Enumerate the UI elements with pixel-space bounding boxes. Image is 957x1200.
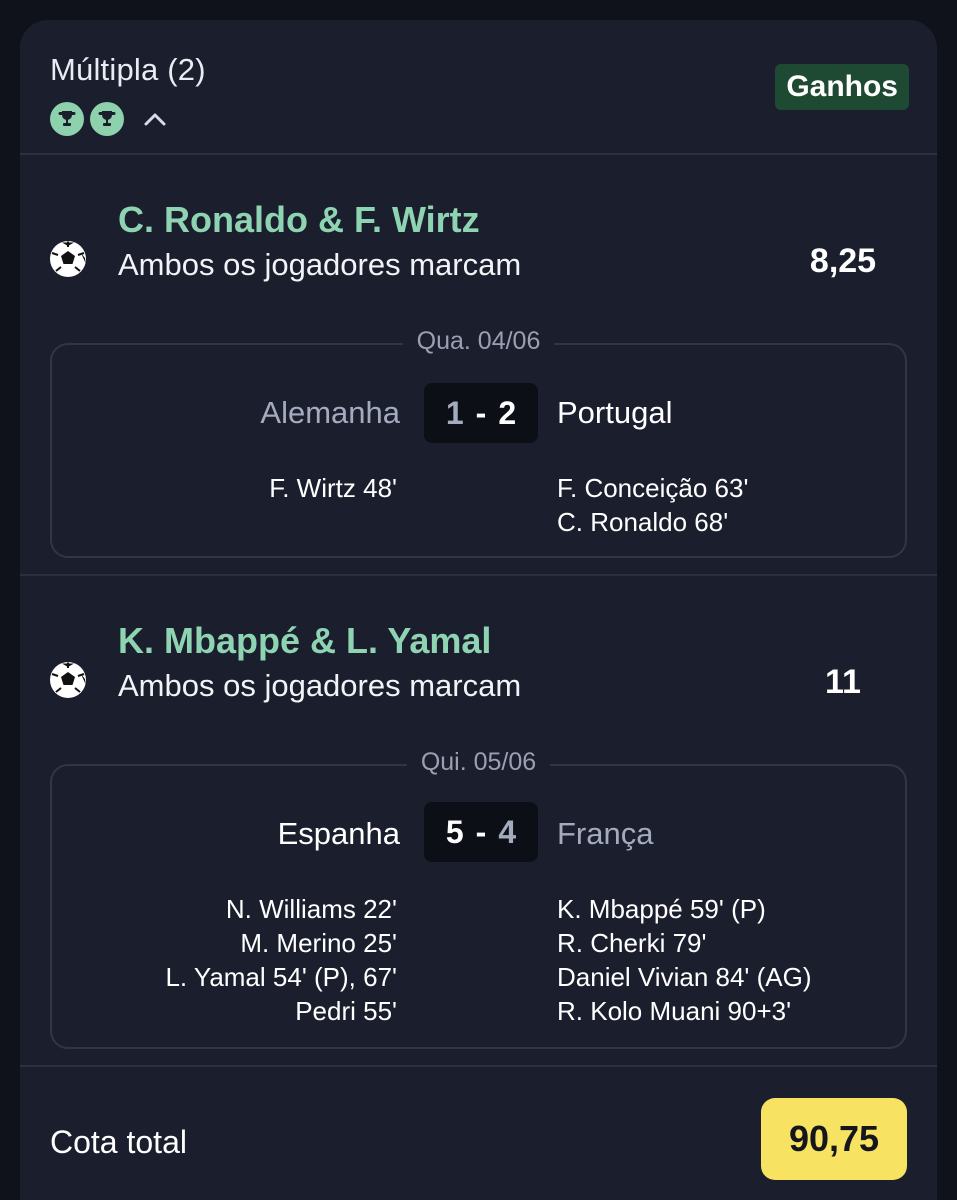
scorer: R. Cherki 79': [557, 928, 707, 958]
scorer: F. Conceição 63': [557, 473, 749, 503]
divider: [20, 1065, 937, 1067]
selection-players: K. Mbappé & L. Yamal: [118, 620, 492, 661]
home-scorers: F. Wirtz 48': [269, 471, 397, 505]
home-team: Espanha: [277, 816, 400, 851]
chevron-up-icon[interactable]: [142, 106, 168, 132]
scorer: C. Ronaldo 68': [557, 507, 729, 537]
total-odds-value: 90,75: [761, 1098, 907, 1180]
selection-odds: 11: [825, 663, 861, 701]
away-score: 4: [498, 813, 517, 850]
score-box: 1 - 2: [424, 383, 538, 443]
selection-odds: 8,25: [809, 242, 877, 280]
away-team: Portugal: [557, 395, 673, 430]
score-box: 5 - 4: [424, 802, 538, 862]
match-date: Qua. 04/06: [402, 327, 555, 355]
match-box: Qua. 04/06 Alemanha 1 - 2 Portugal F. Wi…: [50, 327, 907, 558]
scorer: K. Mbappé 59' (P): [557, 894, 766, 924]
away-scorers: K. Mbappé 59' (P) R. Cherki 79' Daniel V…: [557, 892, 812, 1028]
home-team: Alemanha: [260, 395, 400, 430]
away-score: 2: [498, 394, 517, 431]
selection-item: C. Ronaldo & F. Wirtz Ambos os jogadores…: [20, 155, 937, 575]
home-score: 1: [445, 394, 464, 431]
total-odds-label: Cota total: [50, 1124, 187, 1160]
match-date: Qui. 05/06: [406, 748, 551, 776]
scorer: N. Williams 22': [225, 894, 397, 924]
away-scorers: F. Conceição 63' C. Ronaldo 68': [557, 471, 748, 539]
soccer-ball-icon: [48, 660, 88, 700]
home-scorers: N. Williams 22' M. Merino 25' L. Yamal 5…: [165, 892, 397, 1028]
scorer: L. Yamal 54' (P), 67': [165, 962, 397, 992]
match-box: Qui. 05/06 Espanha 5 - 4 França N. Willi…: [50, 748, 907, 1049]
selection-players: C. Ronaldo & F. Wirtz: [118, 199, 480, 240]
scorer: M. Merino 25': [240, 928, 397, 958]
scorer: Daniel Vivian 84' (AG): [557, 962, 812, 992]
bet-slip-card: Múltipla (2) Ganhos C. Ronaldo & F. Wirt…: [20, 20, 937, 1200]
soccer-ball-icon: [48, 239, 88, 279]
home-score: 5: [445, 813, 464, 850]
trophy-row: [50, 102, 168, 136]
scorer: R. Kolo Muani 90+3': [557, 996, 792, 1026]
bet-type-title: Múltipla (2): [50, 52, 206, 87]
selection-market: Ambos os jogadores marcam: [118, 247, 522, 282]
trophy-icon: [50, 102, 84, 136]
away-team: França: [557, 816, 654, 851]
trophy-icon: [90, 102, 124, 136]
scorer: F. Wirtz 48': [269, 473, 397, 503]
bet-header[interactable]: Múltipla (2) Ganhos: [20, 20, 937, 154]
selection-market: Ambos os jogadores marcam: [118, 668, 522, 703]
status-badge: Ganhos: [775, 64, 909, 110]
scorer: Pedri 55': [295, 996, 397, 1026]
selection-item: K. Mbappé & L. Yamal Ambos os jogadores …: [20, 576, 937, 1066]
